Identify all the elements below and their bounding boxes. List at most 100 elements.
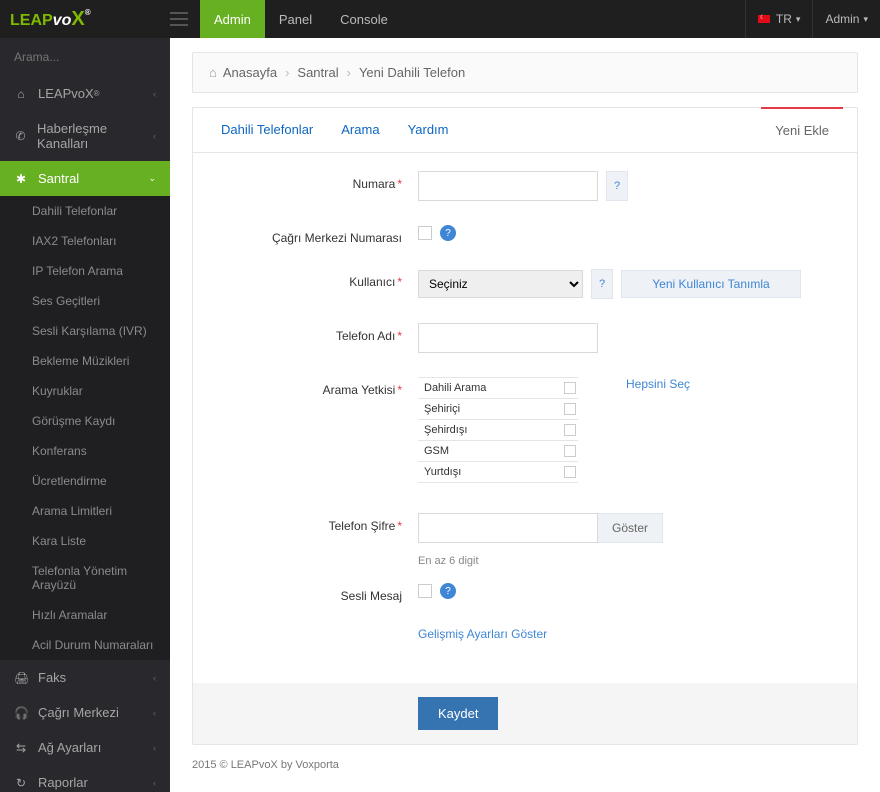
hepsini-sec-link[interactable]: Hepsini Seç bbox=[626, 377, 690, 391]
nav-console[interactable]: Console bbox=[326, 0, 402, 38]
sub-dahili-telefonlar[interactable]: Dahili Telefonlar bbox=[0, 196, 170, 226]
main-content: ⌂ Anasayfa › Santral › Yeni Dahili Telef… bbox=[170, 38, 880, 792]
logo-x: X bbox=[71, 8, 84, 30]
chevron-left-icon: ‹ bbox=[153, 673, 156, 683]
brand-logo: LEAPvoX® bbox=[0, 8, 170, 31]
yetki-gsm-checkbox[interactable] bbox=[564, 445, 576, 457]
sifre-hint: En az 6 digit bbox=[418, 555, 479, 567]
yetki-sehirdisi-checkbox[interactable] bbox=[564, 424, 576, 436]
kullanici-select[interactable]: Seçiniz bbox=[418, 270, 583, 298]
language-switcher[interactable]: TR ▾ bbox=[745, 0, 813, 38]
kaydet-button[interactable]: Kaydet bbox=[418, 697, 498, 730]
form-footer: Kaydet bbox=[193, 683, 857, 744]
gelismis-ayarlari-goster-link[interactable]: Gelişmiş Ayarları Göster bbox=[418, 627, 547, 641]
copyright: 2015 © LEAPvoX by Voxporta bbox=[192, 759, 858, 771]
label-numara: Numara bbox=[353, 177, 396, 191]
user-menu[interactable]: Admin ▾ bbox=[812, 0, 880, 38]
refresh-icon: ↻ bbox=[14, 776, 28, 790]
tab-arama[interactable]: Arama bbox=[327, 108, 393, 152]
chevron-left-icon: ‹ bbox=[153, 778, 156, 788]
sidebar-item-label: Çağrı Merkezi bbox=[38, 705, 119, 720]
tab-yeni-ekle[interactable]: Yeni Ekle bbox=[761, 107, 843, 152]
phone-icon: ✆ bbox=[14, 129, 27, 143]
sidebar-item-faks[interactable]: 🖨 Faks ‹ bbox=[0, 660, 170, 695]
sub-telefonla-yonetim[interactable]: Telefonla Yönetim Arayüzü bbox=[0, 556, 170, 600]
sidebar-item-santral[interactable]: ✱ Santral ⌄ bbox=[0, 161, 170, 196]
sidebar-item-raporlar[interactable]: ↻ Raporlar ‹ bbox=[0, 765, 170, 792]
help-icon[interactable]: ? bbox=[591, 269, 613, 299]
cagri-merkezi-checkbox[interactable] bbox=[418, 226, 432, 240]
sidebar-search-input[interactable] bbox=[14, 50, 156, 64]
yetki-gsm: GSM bbox=[424, 445, 449, 457]
yetki-yurtdisi-checkbox[interactable] bbox=[564, 466, 576, 478]
breadcrumb-anasayfa[interactable]: Anasayfa bbox=[223, 65, 277, 80]
sub-ivr[interactable]: Sesli Karşılama (IVR) bbox=[0, 316, 170, 346]
sidebar-item-label: Raporlar bbox=[38, 775, 88, 790]
sifre-goster-button[interactable]: Göster bbox=[598, 513, 663, 543]
sidebar-item-label: LEAPvoX bbox=[38, 86, 94, 101]
registered-mark: ® bbox=[94, 89, 100, 98]
sesli-mesaj-checkbox[interactable] bbox=[418, 584, 432, 598]
sidebar: ⌂ LEAPvoX® ‹ ✆ Haberleşme Kanalları ‹ ✱ … bbox=[0, 38, 170, 792]
help-icon[interactable]: ? bbox=[440, 225, 456, 241]
sub-ses-gecitleri[interactable]: Ses Geçitleri bbox=[0, 286, 170, 316]
flag-tr-icon bbox=[758, 15, 770, 23]
label-telefon-adi: Telefon Adı bbox=[336, 329, 395, 343]
registered-mark: ® bbox=[85, 8, 91, 17]
yetki-sehirici: Şehiriçi bbox=[424, 403, 460, 415]
yeni-kullanici-tanimla-button[interactable]: Yeni Kullanıcı Tanımla bbox=[621, 270, 801, 298]
tab-yardim[interactable]: Yardım bbox=[394, 108, 463, 152]
sidebar-item-leapvox[interactable]: ⌂ LEAPvoX® ‹ bbox=[0, 76, 170, 111]
sub-iax2[interactable]: IAX2 Telefonları bbox=[0, 226, 170, 256]
label-cagri-merkezi-numarasi: Çağrı Merkezi Numarası bbox=[272, 231, 402, 245]
label-telefon-sifre: Telefon Şifre bbox=[329, 519, 396, 533]
home-icon: ⌂ bbox=[209, 65, 217, 80]
yetki-sehirici-checkbox[interactable] bbox=[564, 403, 576, 415]
chevron-left-icon: ‹ bbox=[153, 743, 156, 753]
label-kullanici: Kullanıcı bbox=[349, 275, 395, 289]
sub-hizli-aramalar[interactable]: Hızlı Aramalar bbox=[0, 600, 170, 630]
fax-icon: 🖨 bbox=[14, 671, 28, 685]
sub-ucretlendirme[interactable]: Ücretlendirme bbox=[0, 466, 170, 496]
home-icon: ⌂ bbox=[14, 87, 28, 101]
help-icon[interactable]: ? bbox=[440, 583, 456, 599]
breadcrumb-santral[interactable]: Santral bbox=[297, 65, 338, 80]
sub-arama-limitleri[interactable]: Arama Limitleri bbox=[0, 496, 170, 526]
chevron-left-icon: ‹ bbox=[153, 708, 156, 718]
nav-admin[interactable]: Admin bbox=[200, 0, 265, 38]
telefon-sifre-input[interactable] bbox=[418, 513, 598, 543]
chevron-down-icon: ⌄ bbox=[148, 173, 156, 184]
chevron-down-icon: ▾ bbox=[796, 14, 801, 25]
yetki-dahili-arama-checkbox[interactable] bbox=[564, 382, 576, 394]
sub-ip-telefon-arama[interactable]: IP Telefon Arama bbox=[0, 256, 170, 286]
sidebar-item-label: Santral bbox=[38, 171, 79, 186]
yetki-sehirdisi: Şehirdışı bbox=[424, 424, 467, 436]
chevron-down-icon: ▾ bbox=[863, 14, 868, 25]
sidebar-santral-submenu: Dahili Telefonlar IAX2 Telefonları IP Te… bbox=[0, 196, 170, 660]
label-arama-yetkisi: Arama Yetkisi bbox=[323, 383, 396, 397]
language-label: TR bbox=[776, 12, 792, 26]
nav-panel[interactable]: Panel bbox=[265, 0, 326, 38]
sub-konferans[interactable]: Konferans bbox=[0, 436, 170, 466]
sub-acil-durum[interactable]: Acil Durum Numaraları bbox=[0, 630, 170, 660]
menu-toggle-icon[interactable] bbox=[170, 12, 188, 26]
chevron-right-icon: › bbox=[347, 65, 351, 80]
telefon-adi-input[interactable] bbox=[418, 323, 598, 353]
help-icon[interactable]: ? bbox=[606, 171, 628, 201]
sub-gorusme-kaydi[interactable]: Görüşme Kaydı bbox=[0, 406, 170, 436]
sub-kuyruklar[interactable]: Kuyruklar bbox=[0, 376, 170, 406]
sidebar-item-cagri-merkezi[interactable]: 🎧 Çağrı Merkezi ‹ bbox=[0, 695, 170, 730]
form-panel: Dahili Telefonlar Arama Yardım Yeni Ekle… bbox=[192, 107, 858, 745]
atom-icon: ✱ bbox=[14, 172, 28, 186]
numara-input[interactable] bbox=[418, 171, 598, 201]
sidebar-item-label: Ağ Ayarları bbox=[38, 740, 101, 755]
sidebar-item-label: Faks bbox=[38, 670, 66, 685]
sidebar-item-haberlesme[interactable]: ✆ Haberleşme Kanalları ‹ bbox=[0, 111, 170, 161]
sub-bekleme-muzikleri[interactable]: Bekleme Müzikleri bbox=[0, 346, 170, 376]
sidebar-item-label: Haberleşme Kanalları bbox=[37, 121, 153, 151]
user-label: Admin bbox=[825, 12, 859, 26]
tab-dahili-telefonlar[interactable]: Dahili Telefonlar bbox=[207, 108, 327, 152]
sidebar-item-ag-ayarlari[interactable]: ⇆ Ağ Ayarları ‹ bbox=[0, 730, 170, 765]
sub-kara-liste[interactable]: Kara Liste bbox=[0, 526, 170, 556]
label-sesli-mesaj: Sesli Mesaj bbox=[341, 589, 402, 603]
